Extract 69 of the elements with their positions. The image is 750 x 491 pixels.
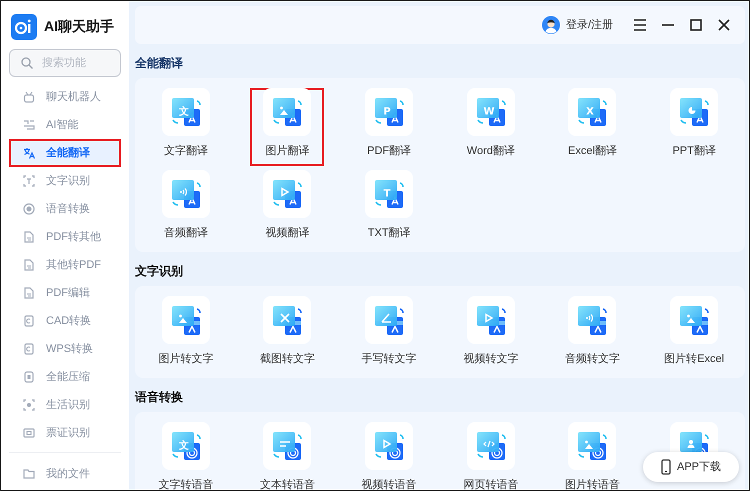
section-title: 文字识别 [135,263,184,280]
feature-tile[interactable]: 文 文字翻译 [148,88,223,166]
menu-item-icon [23,399,35,411]
feature-tile[interactable]: 手写转文字 [352,296,426,374]
feature-icon [365,296,414,344]
menu-item-icon [23,175,35,187]
menu-item-icon [23,315,35,327]
feature-icon [568,296,616,344]
search-field[interactable]: 搜索功能 [9,49,121,77]
feature-tile[interactable]: 视频翻译 [250,170,324,248]
translate-icon [23,147,35,159]
maximize-icon[interactable] [689,18,703,32]
feature-tile[interactable]: 图片翻译 [250,88,324,166]
feature-icon [162,296,210,344]
feature-icon: W [466,88,515,136]
feature-tile[interactable]: PPT翻译 [657,88,732,166]
app-download-button[interactable]: APP下载 [643,452,739,482]
feature-icon [162,170,210,218]
menu-item-icon [23,231,35,243]
menu-item-icon [23,91,35,103]
search-icon [21,57,33,69]
menu-item-icon [23,259,35,271]
menu-item-icon [23,287,35,299]
feature-icon [466,422,515,470]
feature-tile[interactable]: 文 文字转语音 [148,422,223,490]
phone-icon [660,459,671,475]
feature-tile[interactable]: 截图转文字 [250,296,324,374]
feature-tile[interactable]: X Excel翻译 [555,88,630,166]
close-icon[interactable] [717,18,731,32]
feature-icon [263,422,312,470]
feature-icon [263,88,312,136]
app-logo-icon [11,14,37,40]
menu-item-icon [23,427,35,439]
feature-icon [568,422,616,470]
feature-tile[interactable]: W Word翻译 [454,88,528,166]
feature-icon [263,170,312,218]
feature-icon: 文 [162,88,210,136]
menu-icon[interactable] [633,18,647,32]
feature-tile[interactable]: 文本转语音 [250,422,324,490]
feature-tile[interactable]: 图片转Excel [657,296,732,374]
feature-icon [670,88,718,136]
feature-tile[interactable]: T TXT翻译 [352,170,426,248]
feature-icon: 文 [162,422,210,470]
feature-tile[interactable]: 音频翻译 [148,170,223,248]
feature-tile[interactable]: 视频转语音 [352,422,426,490]
feature-icon: P [365,88,414,136]
feature-icon: T [365,170,414,218]
feature-tile[interactable]: 网页转语音 [454,422,528,490]
feature-icon [263,296,312,344]
feature-icon [365,422,414,470]
app-title: AI聊天助手 [44,17,114,36]
menu-item-icon [23,119,35,131]
section-title: 全能翻译 [135,55,184,72]
feature-tile[interactable]: 音频转文字 [555,296,630,374]
sidebar-item[interactable]: 全能翻译 [9,139,121,167]
menu-item-icon [23,371,35,383]
feature-tile[interactable]: 图片转语音 [555,422,630,490]
folder-icon [23,468,35,480]
menu-item-icon [23,343,35,355]
feature-icon [670,296,718,344]
avatar-icon [542,16,560,34]
feature-tile[interactable]: 视频转文字 [454,296,528,374]
feature-icon: X [568,88,616,136]
section-title: 语音转换 [135,389,184,406]
feature-tile[interactable]: P PDF翻译 [352,88,426,166]
feature-tile[interactable]: 图片转文字 [148,296,223,374]
feature-icon [466,296,515,344]
login-link[interactable]: 登录/注册 [542,16,613,34]
menu-item-icon [23,203,35,215]
